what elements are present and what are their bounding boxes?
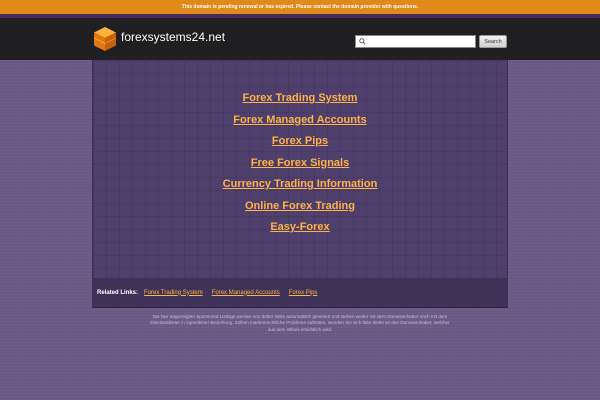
related-link-forex-managed-accounts[interactable]: Forex Managed Accounts [212,290,280,296]
search-icon [359,38,366,45]
link-forex-trading-system[interactable]: Forex Trading System [243,88,358,110]
site-header: forexsystems24.net Search [0,18,600,60]
link-online-forex-trading[interactable]: Online Forex Trading [245,196,355,218]
domain-expired-notice: This domain is pending renewal or has ex… [0,0,600,14]
site-name[interactable]: forexsystems24.net [121,30,225,44]
link-free-forex-signals[interactable]: Free Forex Signals [251,153,349,175]
notice-text: This domain is pending renewal or has ex… [181,4,419,10]
search-input[interactable] [369,36,469,47]
link-currency-trading-information[interactable]: Currency Trading Information [223,174,378,196]
orange-box-icon[interactable] [93,26,117,52]
related-links-label: Related Links: [97,289,139,296]
related-links-bar: Related Links: Forex Trading System Fore… [92,278,508,308]
search-button[interactable]: Search [479,35,507,48]
link-easy-forex[interactable]: Easy-Forex [270,217,329,239]
related-link-forex-trading-system[interactable]: Forex Trading System [144,290,203,296]
disclaimer-text: Die hier angezeigten Sponsored Listings … [150,314,450,332]
link-forex-managed-accounts[interactable]: Forex Managed Accounts [233,110,366,132]
sponsored-links-list: Forex Trading System Forex Managed Accou… [92,88,508,239]
search-field[interactable] [355,35,476,48]
link-forex-pips[interactable]: Forex Pips [272,131,328,153]
related-link-forex-pips[interactable]: Forex Pips [289,290,318,296]
